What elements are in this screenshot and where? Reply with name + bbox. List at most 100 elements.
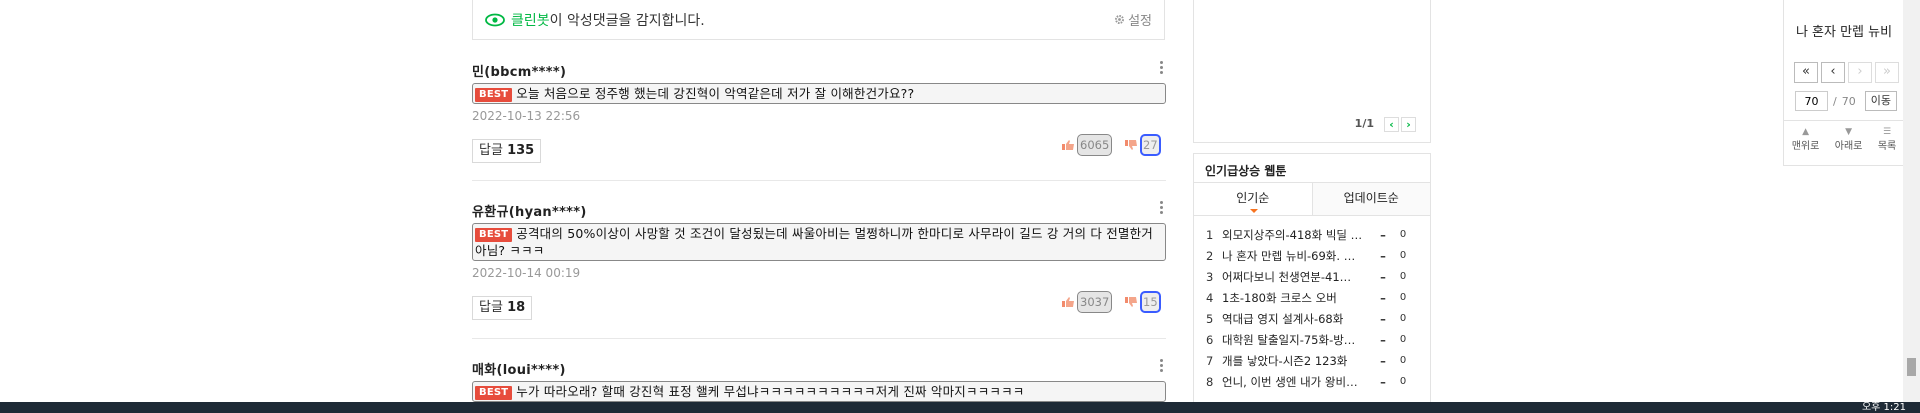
scroll-top-button[interactable]: ▲ 맨위로 bbox=[1792, 127, 1820, 152]
rank-item[interactable]: 6 대학원 탈출일지-75화-방… – 0 bbox=[1194, 329, 1430, 350]
reply-button[interactable]: 답글 135 bbox=[472, 139, 542, 163]
first-episode-button[interactable]: « bbox=[1794, 62, 1818, 83]
rank-item[interactable]: 2 나 혼자 만렙 뉴비-69화. … – 0 bbox=[1194, 245, 1430, 266]
tab-popular[interactable]: 인기순 bbox=[1194, 183, 1312, 215]
episode-jump: / 70 이동 bbox=[1795, 91, 1904, 111]
prev-episode-button[interactable]: ‹ bbox=[1821, 62, 1845, 83]
rank-title[interactable]: 개를 낳았다-시즌2 123화 bbox=[1222, 353, 1372, 369]
reply-count: 18 bbox=[507, 300, 526, 315]
prev-page-button[interactable]: ‹ bbox=[1384, 117, 1399, 132]
scrollbar-thumb[interactable] bbox=[1907, 358, 1916, 376]
taskbar-clock[interactable]: 오후 1:21 bbox=[1862, 403, 1906, 413]
rank-count: 0 bbox=[1399, 250, 1407, 261]
cleanbot-settings-button[interactable]: 설정 bbox=[1114, 10, 1152, 29]
comment-text: 오늘 처음으로 정주행 했는데 강진혁이 악역같은데 저가 잘 이해한건가요?? bbox=[516, 86, 915, 101]
rank-title[interactable]: 언니, 이번 생엔 내가 왕비… bbox=[1222, 374, 1372, 390]
episode-nav-buttons: « ‹ › » bbox=[1794, 62, 1904, 83]
cleanbot-icon bbox=[485, 13, 505, 27]
taskbar: 오후 1:21 bbox=[0, 402, 1920, 413]
rank-change: – bbox=[1380, 248, 1386, 263]
like-count: 3037 bbox=[1077, 291, 1113, 313]
total-episodes: 70 bbox=[1841, 94, 1856, 108]
rank-item[interactable]: 7 개를 낳았다-시즌2 123화 – 0 bbox=[1194, 350, 1430, 371]
rank-change: – bbox=[1380, 227, 1386, 242]
dislike-count: 15 bbox=[1140, 291, 1161, 313]
rank-number: 3 bbox=[1206, 269, 1214, 284]
rank-change: – bbox=[1380, 290, 1386, 305]
comment-nickname[interactable]: 매화(loui****) bbox=[472, 359, 1166, 378]
gear-icon bbox=[1114, 14, 1125, 25]
rank-count: 0 bbox=[1399, 229, 1407, 240]
best-badge: BEST bbox=[475, 88, 513, 102]
last-episode-button[interactable]: » bbox=[1875, 62, 1899, 83]
cleanbot-brand[interactable]: 클린봇 bbox=[511, 10, 550, 30]
rank-title[interactable]: 나 혼자 만렙 뉴비-69화. … bbox=[1222, 248, 1372, 264]
reply-label: 답글 bbox=[479, 300, 503, 315]
comment-text: 공격대의 50%이상이 사망할 것 조건이 달성됬는데 싸울아비는 멀쩡하니까 … bbox=[475, 226, 1153, 258]
rank-change: – bbox=[1380, 311, 1386, 326]
rank-tabs: 인기순 업데이트순 bbox=[1194, 183, 1430, 216]
rank-number: 2 bbox=[1206, 248, 1214, 263]
rank-title[interactable]: 대학원 탈출일지-75화-방… bbox=[1222, 332, 1372, 348]
dislike-button[interactable]: 15 bbox=[1124, 290, 1161, 314]
rank-item[interactable]: 5 역대급 영지 설계사-68화 – 0 bbox=[1194, 308, 1430, 329]
rank-count: 0 bbox=[1399, 271, 1407, 282]
rank-item[interactable]: 1 외모지상주의-418화 빅딜 … – 0 bbox=[1194, 224, 1430, 245]
thumbs-down-icon bbox=[1124, 296, 1138, 308]
dislike-button[interactable]: 27 bbox=[1124, 133, 1161, 157]
page-indicator: 1/1 bbox=[1354, 117, 1374, 130]
rank-item[interactable]: 8 언니, 이번 생엔 내가 왕비… – 0 bbox=[1194, 371, 1430, 392]
scroll-down-button[interactable]: ▼ 아래로 bbox=[1835, 127, 1863, 152]
rank-title[interactable]: 역대급 영지 설계사-68화 bbox=[1222, 311, 1372, 327]
list-button[interactable]: ☰ 목록 bbox=[1878, 127, 1896, 152]
more-options-icon[interactable] bbox=[1158, 61, 1164, 75]
webtoon-pager-panel: 1/1 ‹ › bbox=[1193, 0, 1431, 143]
nav-footer: ▲ 맨위로 ▼ 아래로 ☰ 목록 bbox=[1784, 120, 1904, 152]
cleanbot-message: 이 악성댓글을 감지합니다. bbox=[549, 12, 705, 29]
page-separator: / bbox=[1833, 94, 1837, 108]
rank-item[interactable]: 4 1초-180화 크로스 오버 – 0 bbox=[1194, 287, 1430, 308]
rank-title[interactable]: 외모지상주의-418화 빅딜 … bbox=[1222, 227, 1372, 243]
tab-updated[interactable]: 업데이트순 bbox=[1311, 183, 1430, 215]
series-title: 나 혼자 만렙 뉴비 bbox=[1795, 25, 1893, 40]
comment-item: 유환규(hyan****) BEST 공격대의 50%이상이 사망할 것 조건이 … bbox=[472, 201, 1166, 280]
rank-number: 8 bbox=[1206, 374, 1214, 389]
rank-change: – bbox=[1380, 374, 1386, 389]
comment-nickname[interactable]: 민(bbcm****) bbox=[472, 61, 1166, 80]
thumbs-up-icon bbox=[1061, 296, 1075, 308]
rising-webtoon-panel: 인기급상승 웹툰 인기순 업데이트순 1 외모지상주의-418화 빅딜 … –0 2… bbox=[1193, 153, 1431, 413]
like-button[interactable]: 3037 bbox=[1061, 290, 1113, 314]
rank-count: 0 bbox=[1399, 292, 1407, 303]
rank-number: 4 bbox=[1206, 290, 1214, 305]
top-label: 맨위로 bbox=[1791, 141, 1820, 152]
rank-count: 0 bbox=[1399, 376, 1407, 387]
comment-date: 2022-10-14 00:19 bbox=[472, 266, 581, 280]
best-badge: BEST bbox=[475, 386, 513, 400]
rank-item[interactable]: 3 어쩌다보니 천생연분-41… – 0 bbox=[1194, 266, 1430, 287]
comment-divider bbox=[472, 338, 1166, 339]
comment-text: 누가 따라오래? 할때 강진혁 표정 핼케 무섭냐ㅋㅋㅋㅋㅋㅋㅋㅋㅋㅋ저게 진짜… bbox=[516, 384, 1025, 399]
rank-number: 7 bbox=[1206, 353, 1214, 368]
episode-number-input[interactable] bbox=[1795, 91, 1828, 111]
like-button[interactable]: 6065 bbox=[1061, 133, 1113, 157]
rank-count: 0 bbox=[1399, 334, 1407, 345]
more-options-icon[interactable] bbox=[1158, 201, 1164, 215]
rank-title[interactable]: 1초-180화 크로스 오버 bbox=[1222, 290, 1372, 306]
reply-label: 답글 bbox=[479, 143, 503, 158]
down-label: 아래로 bbox=[1834, 141, 1863, 152]
rank-title[interactable]: 어쩌다보니 천생연분-41… bbox=[1222, 269, 1372, 285]
comment-text-box: BEST 누가 따라오래? 할때 강진혁 표정 핼케 무섭냐ㅋㅋㅋㅋㅋㅋㅋㅋㅋㅋ저… bbox=[472, 381, 1166, 402]
rank-change: – bbox=[1380, 332, 1386, 347]
rank-list: 1 외모지상주의-418화 빅딜 … –0 2나 혼자 만렙 뉴비-69화. … –0… bbox=[1194, 216, 1430, 392]
comment-text-box: BEST 공격대의 50%이상이 사망할 것 조건이 달성됬는데 싸울아비는 멀쩡… bbox=[472, 223, 1166, 261]
more-options-icon[interactable] bbox=[1158, 359, 1164, 373]
rank-change: – bbox=[1380, 269, 1386, 284]
episode-nav-panel: 나 혼자 만렙 뉴비 « ‹ › » / 70 이동 ▲ 맨위로 ▼ 아래로 ☰ 목록 bbox=[1783, 0, 1905, 166]
rank-number: 5 bbox=[1206, 311, 1214, 326]
comment-nickname[interactable]: 유환규(hyan****) bbox=[472, 201, 1166, 220]
go-button[interactable]: 이동 bbox=[1864, 91, 1897, 111]
next-episode-button[interactable]: › bbox=[1848, 62, 1872, 83]
page-scrollbar[interactable] bbox=[1903, 0, 1920, 402]
next-page-button[interactable]: › bbox=[1401, 117, 1416, 132]
reply-button[interactable]: 답글 18 bbox=[472, 296, 533, 320]
